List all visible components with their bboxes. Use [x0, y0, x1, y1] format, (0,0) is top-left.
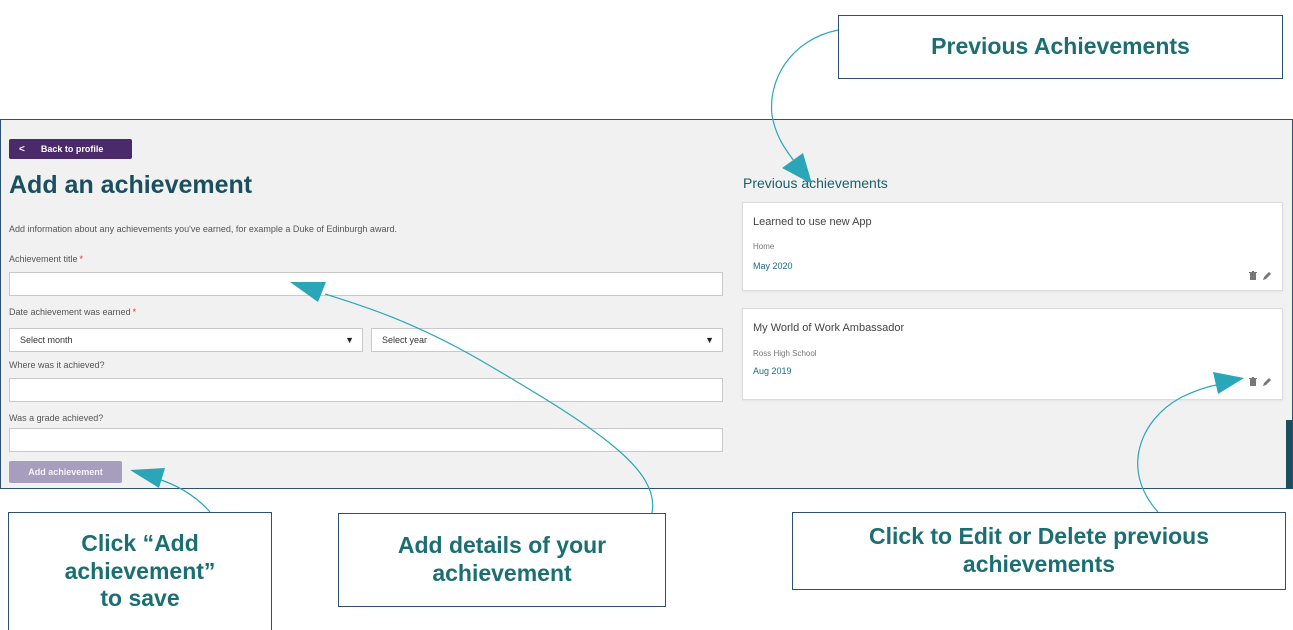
month-select[interactable]: Select month ▼	[9, 328, 363, 352]
add-achievement-button[interactable]: Add achievement	[9, 461, 122, 483]
edit-pencil-icon[interactable]	[1262, 271, 1272, 281]
back-button-label: Back to profile	[40, 144, 104, 154]
where-achieved-input[interactable]	[9, 378, 723, 402]
intro-text: Add information about any achievements y…	[9, 224, 397, 234]
app-screenshot: < Back to profile Add an achievement Add…	[0, 119, 1293, 489]
trash-icon[interactable]	[1248, 271, 1258, 281]
callout-add-line: achievement”	[64, 557, 216, 584]
achievement-card: Learned to use new App Home May 2020	[742, 202, 1283, 291]
callout-previous-achievements: Previous Achievements	[838, 15, 1283, 79]
callout-previous-text: Previous Achievements	[931, 33, 1190, 60]
required-mark: *	[79, 254, 84, 264]
callout-edit-line: Click to Edit or Delete previous	[869, 523, 1209, 550]
page-title: Add an achievement	[9, 171, 253, 199]
callout-details-line: achievement	[432, 560, 572, 586]
back-to-profile-button[interactable]: < Back to profile	[9, 139, 132, 159]
callout-edit-delete: Click to Edit or Delete previous achieve…	[792, 512, 1286, 590]
scrollbar-accent	[1286, 420, 1292, 489]
achievement-card-title: Learned to use new App	[753, 216, 872, 228]
achievement-card: My World of Work Ambassador Ross High Sc…	[742, 308, 1283, 400]
date-earned-label-text: Date achievement was earned	[9, 307, 131, 317]
callout-add-achievement: Click “Add achievement” to save	[8, 512, 272, 630]
achievement-title-input[interactable]	[9, 272, 723, 296]
achievement-title-label-text: Achievement title	[9, 254, 78, 264]
achievement-card-date: May 2020	[753, 261, 793, 271]
callout-add-line: to save	[100, 585, 180, 612]
chevron-down-icon: ▼	[345, 335, 354, 345]
callout-edit-line: achievements	[962, 551, 1116, 577]
callout-add-line: Click “Add	[81, 530, 199, 557]
achievement-card-location: Ross High School	[753, 349, 817, 358]
trash-icon[interactable]	[1248, 377, 1258, 387]
date-earned-label: Date achievement was earned *	[9, 307, 136, 317]
month-select-value: Select month	[20, 335, 73, 345]
achievement-title-label: Achievement title *	[9, 254, 83, 264]
callout-add-details: Add details of your achievement	[338, 513, 666, 607]
achievement-card-date: Aug 2019	[753, 366, 792, 376]
where-achieved-label: Where was it achieved?	[9, 360, 105, 370]
chevron-left-icon: <	[19, 143, 25, 155]
chevron-down-icon: ▼	[705, 335, 714, 345]
achievement-card-location: Home	[753, 242, 775, 251]
year-select[interactable]: Select year ▼	[371, 328, 723, 352]
required-mark: *	[132, 307, 137, 317]
callout-details-line: Add details of your	[397, 532, 607, 559]
edit-pencil-icon[interactable]	[1262, 377, 1272, 387]
grade-achieved-input[interactable]	[9, 428, 723, 452]
year-select-value: Select year	[382, 335, 428, 345]
grade-achieved-label: Was a grade achieved?	[9, 413, 104, 423]
achievement-card-title: My World of Work Ambassador	[753, 322, 905, 334]
previous-achievements-heading: Previous achievements	[743, 175, 888, 191]
